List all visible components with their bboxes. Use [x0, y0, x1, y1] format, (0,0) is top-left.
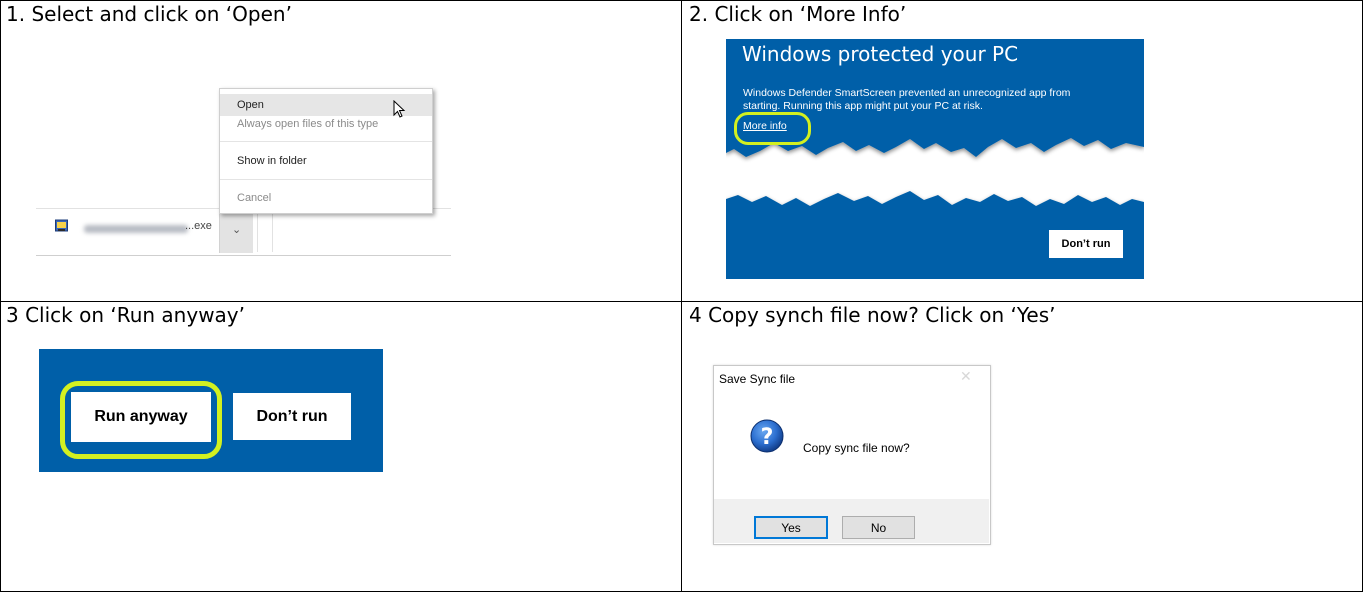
question-icon: ?	[750, 419, 784, 453]
download-options-button[interactable]: ⌄	[219, 213, 253, 253]
instruction-table	[0, 0, 1363, 592]
svg-text:?: ?	[761, 425, 774, 450]
highlight-ring	[734, 112, 811, 145]
run-anyway-button[interactable]: Run anyway	[71, 392, 211, 442]
step-1-caption: 1. Select and click on ‘Open’	[6, 2, 292, 26]
installer-icon	[55, 219, 68, 232]
close-icon[interactable]: ✕	[960, 369, 972, 385]
chevron-down-icon: ⌄	[232, 223, 242, 236]
step-4-caption: 4 Copy synch file now? Click on ‘Yes’	[689, 303, 1056, 327]
yes-button[interactable]: Yes	[754, 516, 828, 539]
blurred-filename	[84, 225, 188, 233]
mouse-cursor-icon	[393, 100, 406, 118]
menu-item-show-in-folder[interactable]: Show in folder	[220, 150, 432, 172]
download-file-suffix: ...exe	[185, 220, 212, 232]
smartscreen-message: Windows Defender SmartScreen prevented a…	[743, 87, 1071, 112]
menu-separator	[220, 179, 432, 180]
dialog-title: Save Sync file	[719, 372, 796, 386]
no-button[interactable]: No	[842, 516, 915, 539]
step-2-caption: 2. Click on ‘More Info’	[689, 2, 907, 26]
dont-run-button[interactable]: Don’t run	[1049, 230, 1123, 258]
dialog-message: Copy sync file now?	[803, 441, 910, 455]
menu-separator	[220, 141, 432, 142]
smartscreen-title: Windows protected your PC	[742, 42, 1019, 66]
menu-item-cancel[interactable]: Cancel	[220, 187, 432, 209]
dont-run-button[interactable]: Don’t run	[233, 393, 351, 440]
step-3-caption: 3 Click on ‘Run anyway’	[6, 303, 246, 327]
